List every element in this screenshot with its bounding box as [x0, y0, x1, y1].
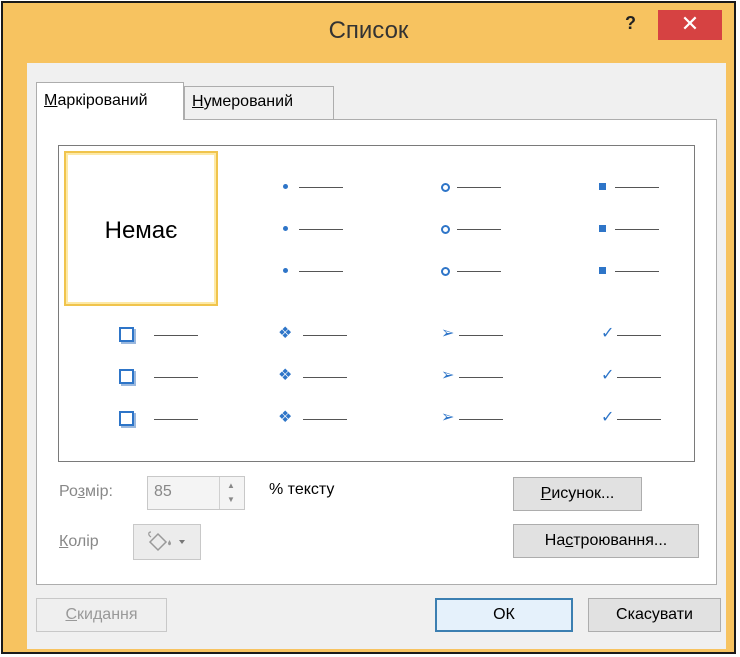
- picture-button[interactable]: Рисунок...: [513, 477, 642, 511]
- size-value[interactable]: 85: [154, 483, 172, 501]
- box-bullet-icon: [119, 327, 134, 342]
- small-dot-icon: [283, 184, 288, 189]
- help-button[interactable]: ?: [625, 13, 636, 34]
- size-unit-label: % тексту: [269, 481, 335, 498]
- size-label: Розмір:: [59, 483, 113, 500]
- tab-numbered[interactable]: Нумерований: [184, 86, 334, 119]
- chevron-down-icon: [179, 540, 185, 544]
- dialog-client: Маркірований Нумерований Немає ❖ ❖ ❖ ➢ ➢…: [27, 63, 726, 649]
- bullet-option-box[interactable]: [64, 306, 218, 461]
- small-dot-icon: [283, 268, 288, 273]
- small-square-icon: [599, 183, 606, 190]
- none-label: Немає: [104, 217, 178, 244]
- checkmark-icon: ✓: [601, 409, 615, 426]
- tab-panel: Немає ❖ ❖ ❖ ➢ ➢ ➢ ✓ ✓ ✓ Розмір: 85 ▲ ▼ %…: [36, 119, 717, 585]
- four-diamond-icon: ❖: [278, 409, 293, 426]
- hollow-circle-icon: [441, 267, 450, 276]
- arrow-bullet-icon: ➢: [441, 367, 455, 384]
- hollow-circle-icon: [441, 225, 450, 234]
- four-diamond-icon: ❖: [278, 367, 293, 384]
- chevron-up-icon[interactable]: ▲: [227, 481, 235, 490]
- bullet-option-check[interactable]: ✓ ✓ ✓: [537, 306, 691, 461]
- size-spinner[interactable]: 85 ▲ ▼: [147, 476, 245, 510]
- checkmark-icon: ✓: [601, 367, 615, 384]
- small-dot-icon: [283, 226, 288, 231]
- small-square-icon: [599, 225, 606, 232]
- title-bar: Список ? ✕: [3, 3, 734, 63]
- color-picker-button[interactable]: [133, 524, 201, 560]
- bullet-option-dot[interactable]: [219, 151, 373, 306]
- bullet-gallery: Немає ❖ ❖ ❖ ➢ ➢ ➢ ✓ ✓ ✓: [58, 145, 695, 462]
- chevron-down-icon[interactable]: ▼: [227, 495, 235, 504]
- close-button[interactable]: ✕: [658, 10, 722, 40]
- color-label: Колір: [59, 533, 99, 550]
- bullet-option-diamonds[interactable]: ❖ ❖ ❖: [219, 306, 373, 461]
- bullet-option-arrow[interactable]: ➢ ➢ ➢: [379, 306, 533, 461]
- bullet-option-none[interactable]: Немає: [64, 151, 218, 306]
- paint-bucket-icon: [148, 531, 185, 552]
- box-bullet-icon: [119, 369, 134, 384]
- four-diamond-icon: ❖: [278, 325, 293, 342]
- checkmark-icon: ✓: [601, 325, 615, 342]
- hollow-circle-icon: [441, 183, 450, 192]
- tab-bulleted[interactable]: Маркірований: [36, 82, 184, 120]
- reset-button[interactable]: Скидання: [36, 598, 167, 632]
- ok-button[interactable]: ОК: [435, 598, 573, 632]
- dialog-window: Список ? ✕ Маркірований Нумерований Нема…: [1, 1, 736, 654]
- bullet-option-circle[interactable]: [379, 151, 533, 306]
- bullet-option-square[interactable]: [537, 151, 691, 306]
- small-square-icon: [599, 267, 606, 274]
- close-icon: ✕: [680, 11, 700, 36]
- customize-button[interactable]: Настроювання...: [513, 524, 699, 558]
- box-bullet-icon: [119, 411, 134, 426]
- arrow-bullet-icon: ➢: [441, 409, 455, 426]
- arrow-bullet-icon: ➢: [441, 325, 455, 342]
- size-stepper[interactable]: ▲ ▼: [219, 477, 244, 509]
- cancel-button[interactable]: Скасувати: [588, 598, 721, 632]
